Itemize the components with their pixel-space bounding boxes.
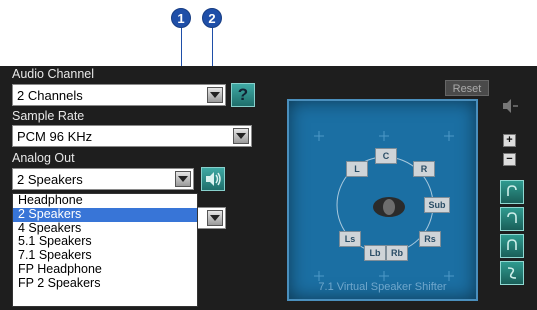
- dropdown-option[interactable]: FP Headphone: [13, 262, 197, 277]
- analog-out-dropdown-list: Headphone 2 Speakers 4 Speakers 5.1 Spea…: [12, 193, 198, 307]
- rotate-around-icon: [507, 239, 517, 250]
- hidden-select-dropdown-button[interactable]: [207, 210, 223, 226]
- dropdown-option[interactable]: FP 2 Speakers: [13, 276, 197, 291]
- rotate-right-icon: [507, 212, 517, 223]
- dropdown-option[interactable]: Headphone: [13, 193, 197, 208]
- zoom-in-button[interactable]: +: [503, 134, 516, 147]
- speaker-right-surround[interactable]: Rs: [419, 231, 441, 247]
- dropdown-option[interactable]: 7.1 Speakers: [13, 248, 197, 263]
- dropdown-option[interactable]: 5.1 Speakers: [13, 235, 197, 249]
- chevron-down-icon: [236, 133, 246, 139]
- chevron-down-icon: [178, 176, 188, 182]
- shifter-label: 7.1 Virtual Speaker Shifter: [318, 281, 447, 293]
- speaker-center[interactable]: C: [375, 148, 397, 164]
- sample-rate-select[interactable]: PCM 96 KHz: [12, 125, 252, 147]
- sample-rate-value: PCM 96 KHz: [17, 129, 93, 144]
- swap-button[interactable]: [500, 261, 524, 285]
- rotate-left-button[interactable]: [500, 180, 524, 204]
- virtual-speaker-area[interactable]: C L R Sub Ls Rs Lb Rb 7.1 Virtual Speake…: [287, 99, 478, 301]
- speaker-right-back[interactable]: Rb: [386, 245, 408, 261]
- analog-out-label: Analog Out: [12, 151, 75, 165]
- rotate-right-button[interactable]: [500, 207, 524, 231]
- rotate-left-icon: [507, 185, 517, 196]
- sample-rate-dropdown-button[interactable]: [233, 128, 249, 144]
- sample-rate-label: Sample Rate: [12, 109, 85, 123]
- speaker-left-back[interactable]: Lb: [364, 245, 386, 261]
- audio-channel-value: 2 Channels: [17, 88, 83, 103]
- callout-2: 2: [202, 8, 222, 28]
- chevron-down-icon: [210, 92, 220, 98]
- help-button[interactable]: ?: [231, 83, 255, 107]
- speaker-left[interactable]: L: [346, 161, 368, 177]
- dropdown-option-selected[interactable]: 2 Speakers: [13, 207, 197, 222]
- volume-icon: [501, 98, 519, 119]
- help-icon: ?: [237, 85, 249, 104]
- speaker-test-button[interactable]: [201, 167, 225, 191]
- callout-1: 1: [171, 8, 191, 28]
- analog-out-select[interactable]: 2 Speakers: [12, 168, 194, 190]
- audio-channel-dropdown-button[interactable]: [207, 87, 223, 103]
- speaker-volume-icon: [206, 172, 221, 186]
- reset-button[interactable]: Reset: [445, 80, 489, 96]
- speaker-left-surround[interactable]: Ls: [339, 231, 361, 247]
- analog-out-value: 2 Speakers: [17, 172, 83, 187]
- speaker-sub[interactable]: Sub: [424, 197, 450, 213]
- zoom-out-button[interactable]: −: [503, 153, 516, 166]
- swap-icon: [507, 267, 517, 279]
- rotate-around-button[interactable]: [500, 234, 524, 258]
- analog-out-dropdown-button[interactable]: [175, 171, 191, 187]
- dropdown-option[interactable]: 4 Speakers: [13, 221, 197, 236]
- speaker-right[interactable]: R: [413, 161, 435, 177]
- audio-channel-select[interactable]: 2 Channels: [12, 84, 226, 106]
- audio-channel-label: Audio Channel: [12, 67, 95, 81]
- chevron-down-icon: [210, 215, 220, 221]
